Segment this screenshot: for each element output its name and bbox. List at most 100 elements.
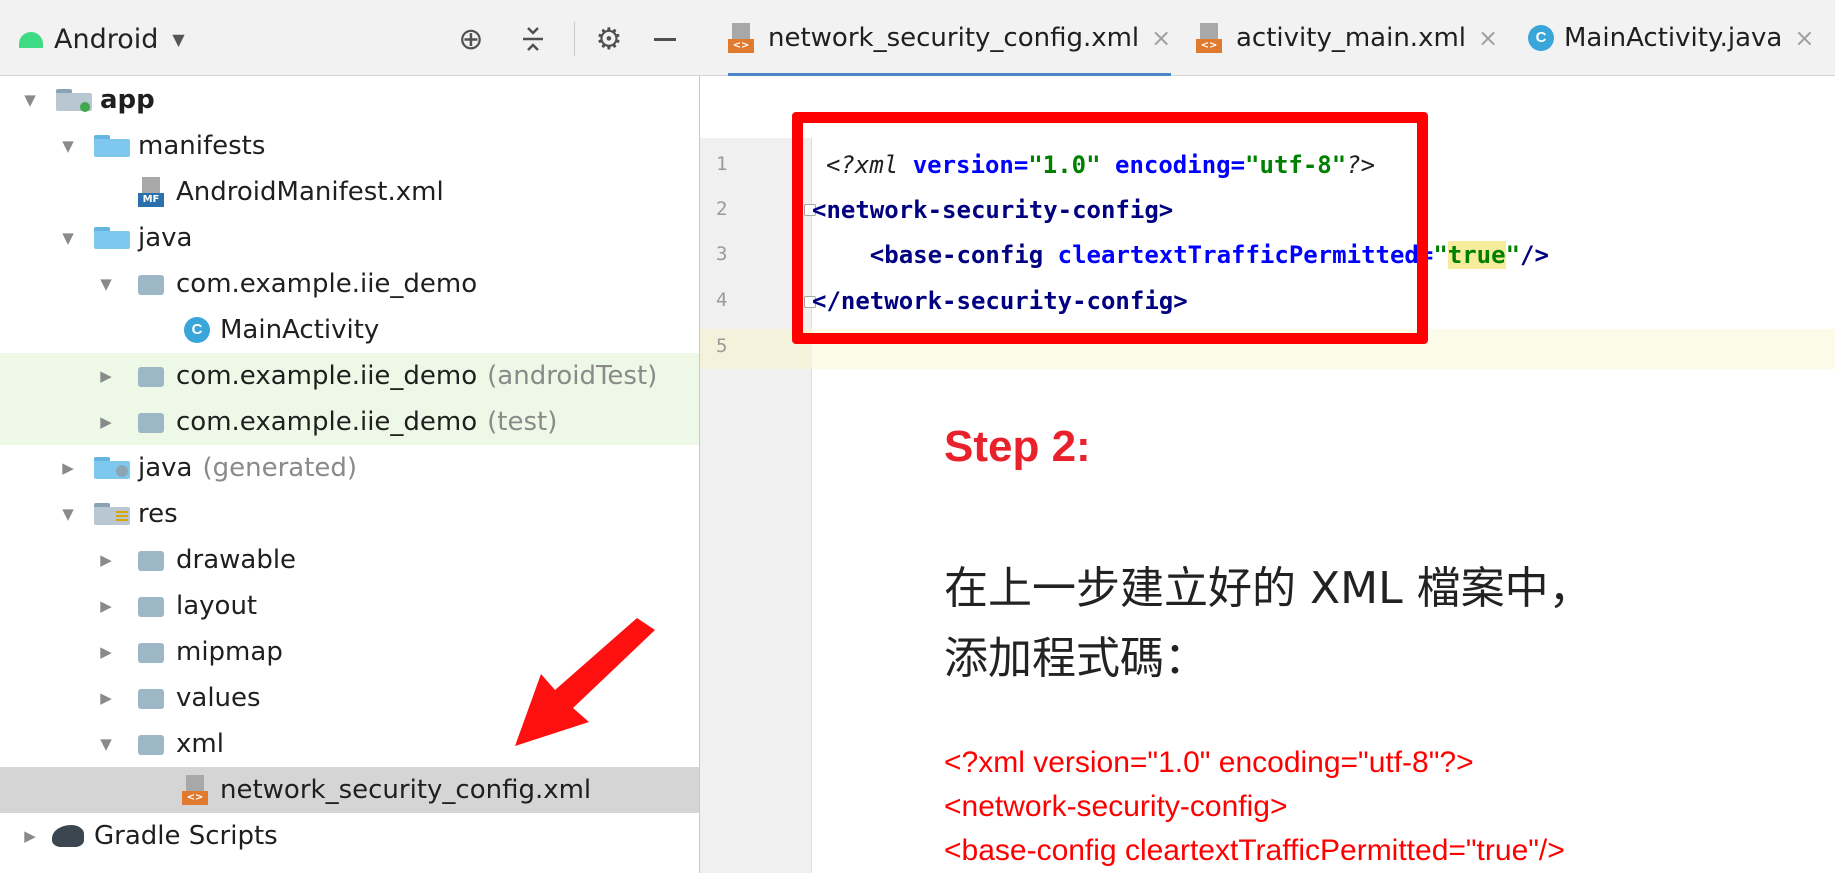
tree-item-label: com.example.iie_demo [176, 361, 478, 391]
folder-icon [94, 135, 130, 157]
tree-item-label: com.example.iie_demo [176, 269, 478, 299]
line-number: 2 [716, 198, 728, 220]
tree-item-gradle-scripts[interactable]: ▶ Gradle Scripts [0, 813, 699, 859]
expand-arrow-icon[interactable]: ▶ [98, 413, 114, 431]
step-title: Step 2: [944, 422, 1091, 471]
tab-network-security-config[interactable]: <> network_security_config.xml × [728, 0, 1172, 77]
tree-item-package-android-test[interactable]: ▶ com.example.iie_demo (androidTest) [0, 353, 699, 399]
line-number: 1 [716, 153, 728, 175]
project-tool-window: Android ▼ ⊕ ⚙ ▼ app ▼ manifests MF Andro… [0, 0, 700, 873]
package-icon [132, 273, 168, 295]
xml-quote: " [1433, 241, 1448, 269]
tree-item-label: MainActivity [220, 315, 380, 345]
red-arrow-annotation [515, 618, 655, 746]
tree-item-network-security-config[interactable]: <> network_security_config.xml [0, 767, 699, 813]
expand-arrow-icon[interactable]: ▼ [60, 229, 76, 247]
tree-item-manifests[interactable]: ▼ manifests [0, 123, 699, 169]
tree-item-label: java [138, 453, 193, 483]
expand-arrow-icon[interactable]: ▶ [98, 597, 114, 615]
folder-icon [132, 641, 168, 663]
gradle-icon [52, 825, 84, 847]
expand-arrow-icon[interactable]: ▼ [22, 91, 38, 109]
close-icon[interactable]: × [1478, 24, 1498, 52]
gear-icon[interactable]: ⚙ [590, 20, 628, 58]
chevron-down-icon: ▼ [172, 29, 185, 49]
folder-icon [132, 733, 168, 755]
close-icon[interactable]: × [1794, 24, 1814, 52]
collapse-all-icon[interactable] [514, 20, 552, 58]
java-class-icon: C [184, 317, 210, 343]
tab-label: activity_main.xml [1236, 23, 1467, 53]
generated-folder-icon [94, 457, 130, 479]
tree-item-android-manifest[interactable]: MF AndroidManifest.xml [0, 169, 699, 215]
view-selector-label: Android [54, 23, 159, 55]
package-icon [132, 365, 168, 387]
tree-item-suffix: (generated) [202, 453, 358, 483]
line-number: 3 [716, 243, 728, 265]
expand-arrow-icon[interactable]: ▼ [98, 735, 114, 753]
editor-tab-bar: <> network_security_config.xml × <> acti… [700, 0, 1835, 77]
tree-item-label: java [138, 223, 193, 253]
tree-item-label: Gradle Scripts [94, 821, 278, 851]
view-selector-dropdown[interactable]: Android ▼ [16, 22, 185, 56]
line-number: 4 [716, 289, 728, 311]
step-code-line-1: <?xml version="1.0" encoding="utf-8"?> [944, 746, 1474, 779]
folder-icon [132, 549, 168, 571]
expand-arrow-icon[interactable]: ▶ [98, 689, 114, 707]
tree-item-package[interactable]: ▼ com.example.iie_demo [0, 261, 699, 307]
tree-item-label: com.example.iie_demo [176, 407, 478, 437]
tree-item-label: network_security_config.xml [220, 775, 592, 805]
xml-quote: " [1505, 241, 1521, 269]
tree-item-label: values [176, 683, 261, 713]
tree-item-res[interactable]: ▼ res [0, 491, 699, 537]
tree-item-label: mipmap [176, 637, 283, 667]
step-code-line-3: <base-config cleartextTrafficPermitted="… [944, 834, 1565, 867]
tree-item-main-activity[interactable]: C MainActivity [0, 307, 699, 353]
tree-item-label: drawable [176, 545, 297, 575]
step-code-line-2: <network-security-config> [944, 790, 1288, 823]
expand-arrow-icon[interactable]: ▶ [22, 827, 38, 845]
tree-item-label: layout [176, 591, 258, 621]
tab-activity-main[interactable]: <> activity_main.xml × [1196, 0, 1498, 76]
module-indicator-icon [80, 102, 90, 112]
add-target-icon[interactable]: ⊕ [452, 20, 490, 58]
tree-item-label: AndroidManifest.xml [176, 177, 444, 207]
step-description-line-1: 在上一步建立好的 XML 檔案中， [944, 563, 1593, 614]
header-divider [574, 22, 575, 56]
minimize-icon[interactable] [646, 20, 684, 58]
project-panel-header: Android ▼ ⊕ ⚙ [0, 0, 700, 76]
expand-arrow-icon[interactable]: ▼ [98, 275, 114, 293]
expand-arrow-icon[interactable]: ▶ [98, 643, 114, 661]
tree-item-label: manifests [138, 131, 266, 161]
tab-label: network_security_config.xml [768, 23, 1140, 53]
module-folder-icon [56, 89, 92, 112]
folder-icon [94, 227, 130, 249]
line-number: 5 [716, 335, 728, 357]
tab-label: MainActivity.java [1564, 23, 1783, 53]
red-highlight-box [792, 112, 1428, 344]
expand-arrow-icon[interactable]: ▶ [98, 367, 114, 385]
expand-arrow-icon[interactable]: ▼ [60, 505, 76, 523]
folder-icon [132, 595, 168, 617]
xml-file-icon: <> [180, 773, 214, 807]
tree-item-app[interactable]: ▼ app [0, 77, 699, 123]
java-class-icon: C [1528, 25, 1554, 51]
xml-file-icon: <> [728, 21, 762, 55]
expand-arrow-icon[interactable]: ▼ [60, 137, 76, 155]
tree-item-label: xml [176, 729, 224, 759]
minimize-glyph [654, 37, 676, 41]
tree-item-label: res [138, 499, 178, 529]
android-icon [16, 28, 46, 50]
resource-badge-icon [116, 511, 128, 523]
tab-main-activity[interactable]: C MainActivity.java × [1528, 0, 1814, 76]
tree-item-java-generated[interactable]: ▶ java (generated) [0, 445, 699, 491]
tree-item-suffix: (androidTest) [487, 361, 658, 391]
resource-folder-icon [94, 503, 130, 525]
expand-arrow-icon[interactable]: ▶ [98, 551, 114, 569]
tree-item-drawable[interactable]: ▶ drawable [0, 537, 699, 583]
collapse-all-glyph [523, 27, 543, 51]
close-icon[interactable]: × [1151, 24, 1171, 52]
expand-arrow-icon[interactable]: ▶ [60, 459, 76, 477]
tree-item-java[interactable]: ▼ java [0, 215, 699, 261]
tree-item-package-test[interactable]: ▶ com.example.iie_demo (test) [0, 399, 699, 445]
